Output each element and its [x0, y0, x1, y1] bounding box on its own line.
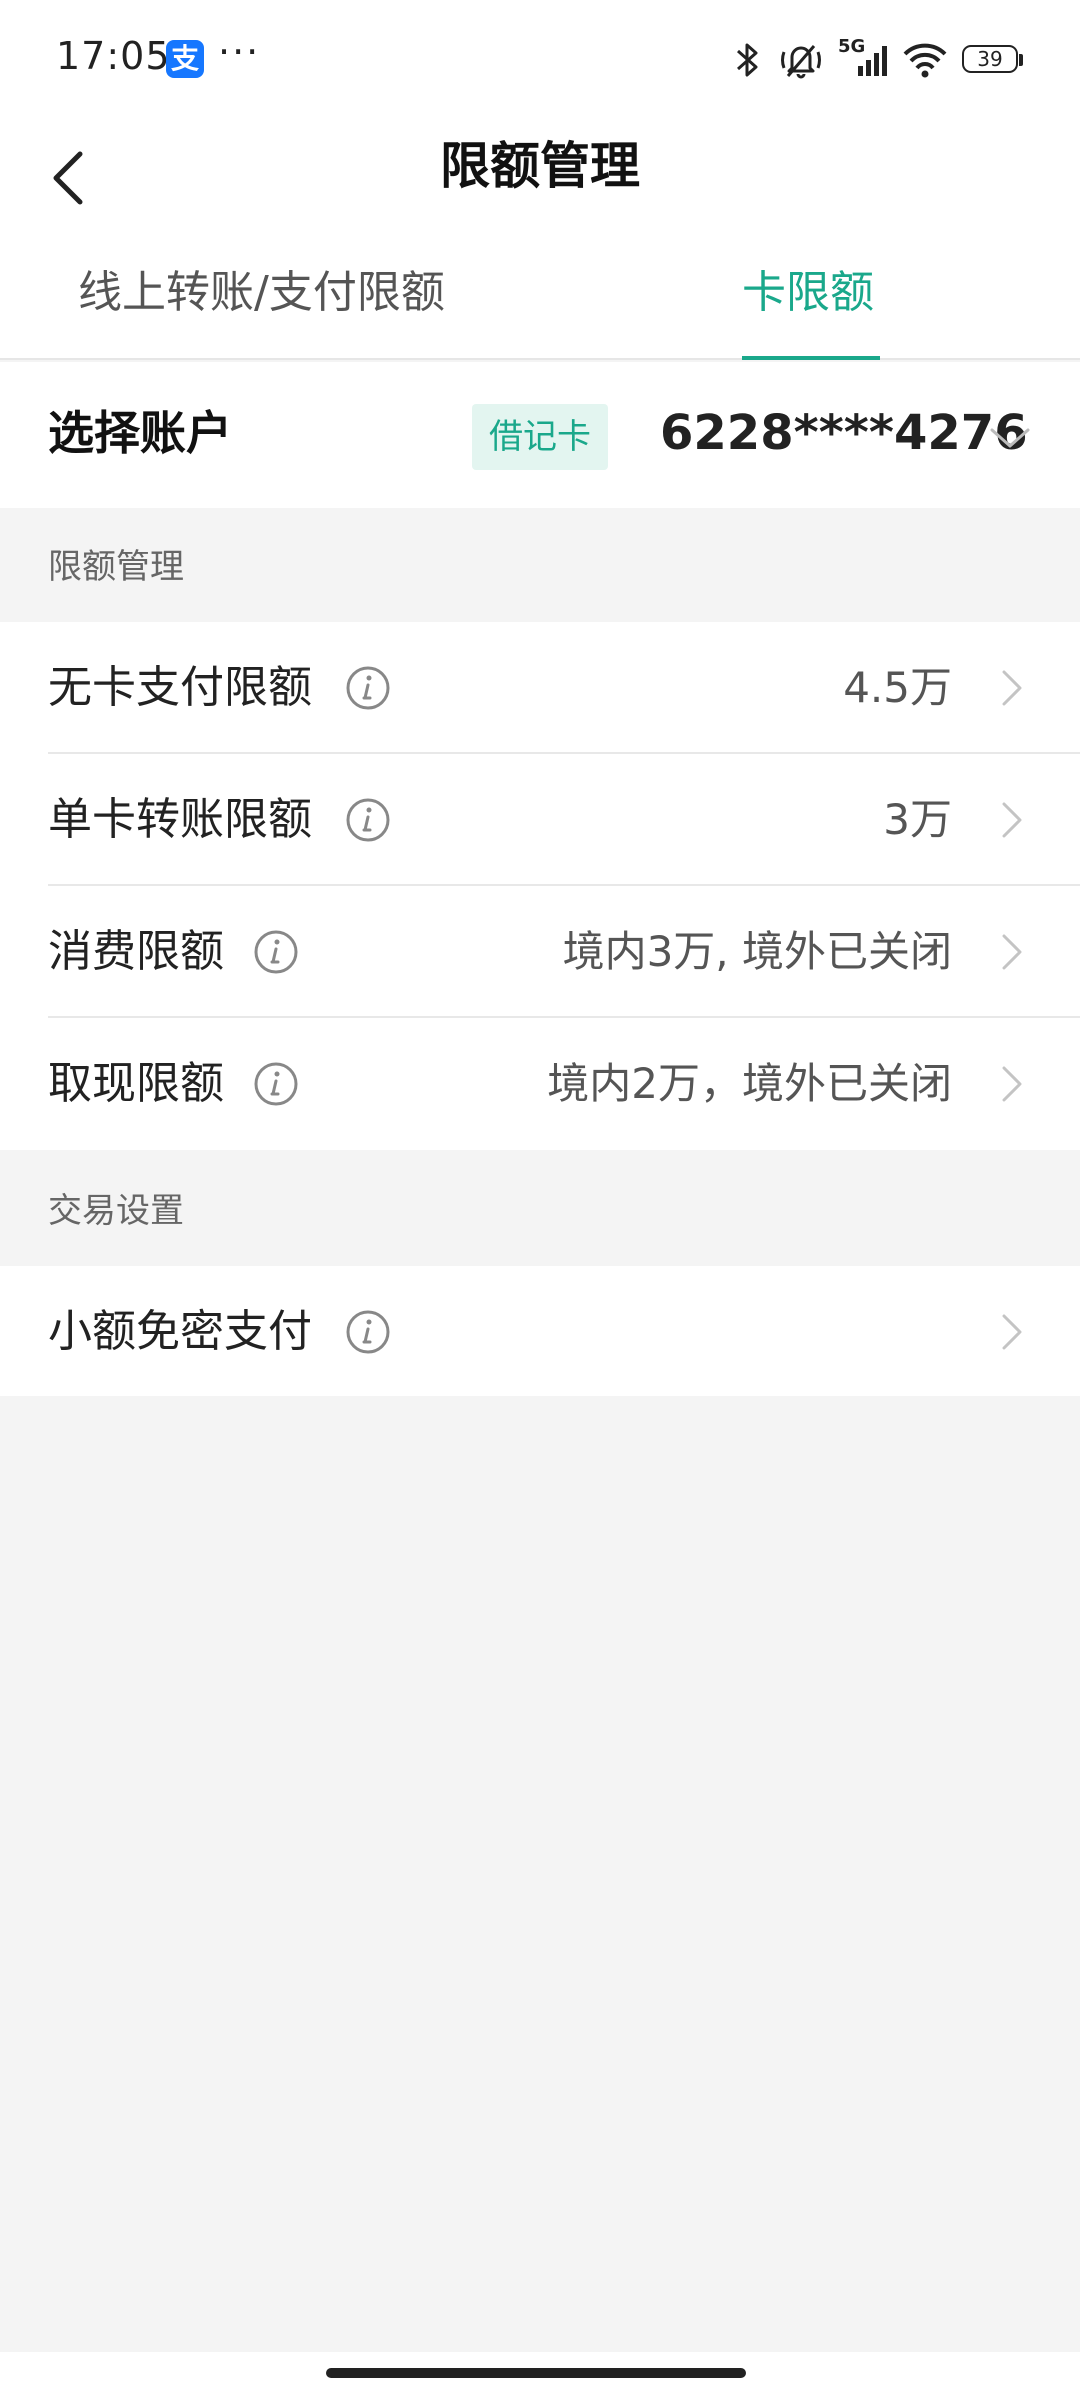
- list-item-value: 3万: [883, 795, 952, 844]
- home-indicator[interactable]: [326, 2368, 746, 2378]
- list-item-value: 境内2万，境外已关闭: [547, 1059, 952, 1108]
- tab-bar: 线上转账/支付限额 卡限额: [0, 240, 1080, 360]
- list-item-value: 境内3万, 境外已关闭: [562, 927, 952, 976]
- list-item-label: 无卡支付限额: [48, 662, 312, 713]
- tab-online-transfer-limit[interactable]: 线上转账/支付限额: [78, 240, 445, 358]
- cellular-signal-icon: 5G: [838, 36, 888, 80]
- card-number: 6228****4276: [660, 405, 1028, 461]
- list-item-label: 取现限额: [48, 1058, 224, 1109]
- battery-icon: 39: [962, 45, 1024, 75]
- silent-bell-icon: [781, 45, 821, 79]
- list-item-cardless-payment-limit[interactable]: 无卡支付限额 4.5万: [0, 622, 1080, 754]
- more-notifications-icon: ···: [218, 30, 261, 74]
- list-item-single-card-transfer-limit[interactable]: 单卡转账限额 3万: [0, 754, 1080, 886]
- nav-bar: 限额管理: [0, 120, 1080, 240]
- list-item-label: 消费限额: [48, 926, 224, 977]
- page-title: 限额管理: [440, 137, 640, 195]
- info-icon[interactable]: [344, 1308, 392, 1356]
- list-item-label: 小额免密支付: [48, 1306, 312, 1357]
- status-bar: 17:05 支 ··· 5G 39: [0, 0, 1080, 120]
- limits-list: 无卡支付限额 4.5万 单卡转账限额 3万 消费限额 境内3万, 境外已关闭 取…: [0, 622, 1080, 1150]
- status-icons: 5G 39: [730, 36, 1024, 84]
- chevron-right-icon: [1002, 1314, 1022, 1350]
- wifi-icon: [903, 43, 947, 78]
- back-arrow-icon[interactable]: [40, 140, 120, 220]
- trade-settings-list: 小额免密支付: [0, 1266, 1080, 1396]
- battery-level: 39: [977, 47, 1003, 71]
- bluetooth-icon: [737, 43, 758, 77]
- list-item-cash-withdrawal-limit[interactable]: 取现限额 境内2万，境外已关闭: [0, 1018, 1080, 1150]
- section-header-trade-settings: 交易设置: [0, 1150, 1080, 1266]
- chevron-right-icon: [1002, 802, 1022, 838]
- tab-card-limit[interactable]: 卡限额: [742, 240, 874, 358]
- info-icon[interactable]: [252, 928, 300, 976]
- status-time: 17:05: [56, 34, 171, 78]
- account-selector[interactable]: 选择账户 借记卡 6228****4276: [0, 362, 1080, 508]
- info-icon[interactable]: [344, 664, 392, 712]
- chevron-right-icon: [1002, 934, 1022, 970]
- card-type-badge: 借记卡: [472, 404, 608, 470]
- alipay-icon: 支: [166, 40, 204, 78]
- list-item-label: 单卡转账限额: [48, 794, 312, 845]
- info-icon[interactable]: [344, 796, 392, 844]
- list-item-consumption-limit[interactable]: 消费限额 境内3万, 境外已关闭: [0, 886, 1080, 1018]
- info-icon[interactable]: [252, 1060, 300, 1108]
- chevron-down-icon[interactable]: [986, 414, 1034, 462]
- list-item-small-password-free-payment[interactable]: 小额免密支付: [0, 1266, 1080, 1396]
- active-tab-indicator: [742, 356, 880, 360]
- section-header-limits: 限额管理: [0, 508, 1080, 622]
- account-label: 选择账户: [48, 406, 232, 460]
- list-item-value: 4.5万: [843, 663, 952, 712]
- chevron-right-icon: [1002, 670, 1022, 706]
- chevron-right-icon: [1002, 1066, 1022, 1102]
